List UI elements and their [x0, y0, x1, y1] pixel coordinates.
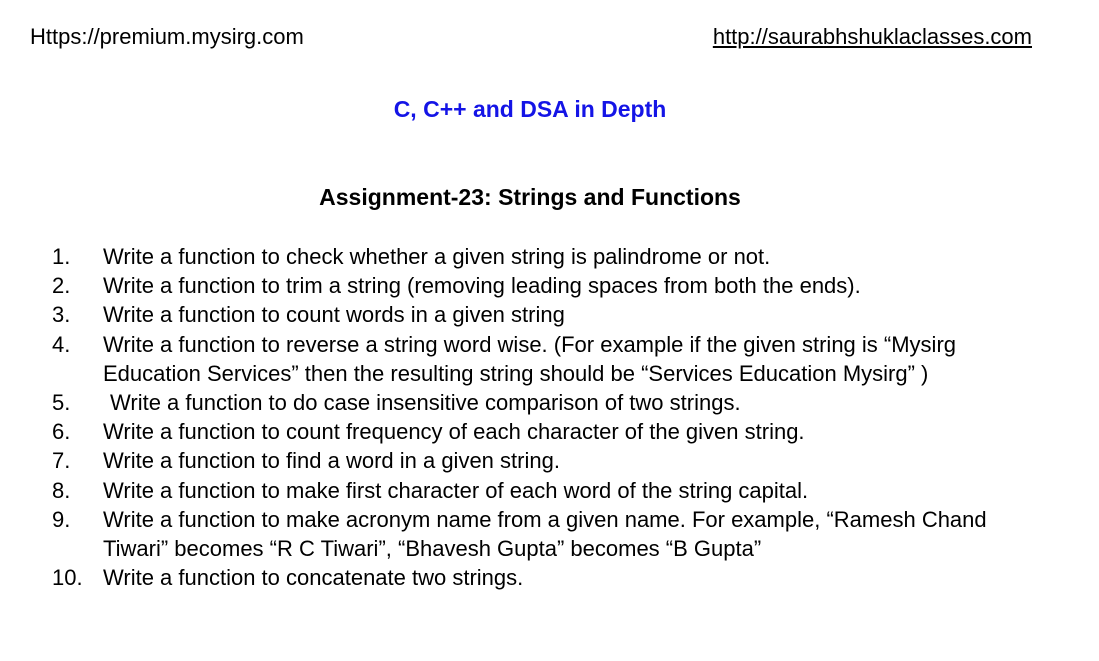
- task-item-8: 8. Write a function to make first charac…: [52, 476, 1042, 505]
- task-number: 4.: [52, 331, 71, 357]
- task-number: 10.: [52, 565, 83, 591]
- task-item-1: 1. Write a function to check whether a g…: [52, 242, 1042, 271]
- assignment-title: Assignment-23: Strings and Functions: [319, 184, 741, 210]
- task-text: Write a function to find a word in a giv…: [103, 448, 560, 474]
- task-text: Write a function to count frequency of e…: [103, 419, 805, 445]
- task-item-3: 3. Write a function to count words in a …: [52, 300, 1042, 329]
- task-item-2: 2. Write a function to trim a string (re…: [52, 271, 1042, 300]
- task-item-5: 5. Write a function to do case insensiti…: [52, 388, 1042, 417]
- task-number: 5.: [52, 390, 71, 416]
- task-text: Write a function to concatenate two stri…: [103, 565, 524, 591]
- task-number: 3.: [52, 302, 71, 328]
- task-number: 7.: [52, 448, 71, 474]
- task-number: 6.: [52, 419, 71, 445]
- task-item-4: 4. Write a function to reverse a string …: [52, 330, 1042, 388]
- task-item-9: 9. Write a function to make acronym name…: [52, 505, 1042, 563]
- task-number: 8.: [52, 477, 71, 503]
- task-item-7: 7. Write a function to find a word in a …: [52, 446, 1042, 475]
- task-item-6: 6. Write a function to count frequency o…: [52, 417, 1042, 446]
- task-text: Write a function to do case insensitive …: [110, 390, 741, 416]
- task-number: 2.: [52, 273, 71, 299]
- task-text: Write a function to count words in a giv…: [103, 302, 565, 328]
- task-item-10: 10. Write a function to concatenate two …: [52, 563, 1042, 592]
- task-text: Write a function to trim a string (remov…: [103, 273, 861, 299]
- task-number: 9.: [52, 506, 71, 532]
- task-text: Write a function to make acronym name fr…: [103, 506, 987, 562]
- course-title: C, C++ and DSA in Depth: [393, 96, 667, 122]
- header-website-url: Https://premium.mysirg.com: [30, 24, 304, 49]
- task-number: 1.: [52, 244, 71, 269]
- task-list: 1. Write a function to check whether a g…: [52, 242, 1042, 592]
- header-classes-link[interactable]: http://saurabhshuklaclasses.com: [713, 24, 1032, 50]
- task-text: Write a function to check whether a give…: [103, 244, 771, 269]
- task-text: Write a function to make first character…: [103, 477, 809, 503]
- task-text: Write a function to reverse a string wor…: [103, 331, 957, 386]
